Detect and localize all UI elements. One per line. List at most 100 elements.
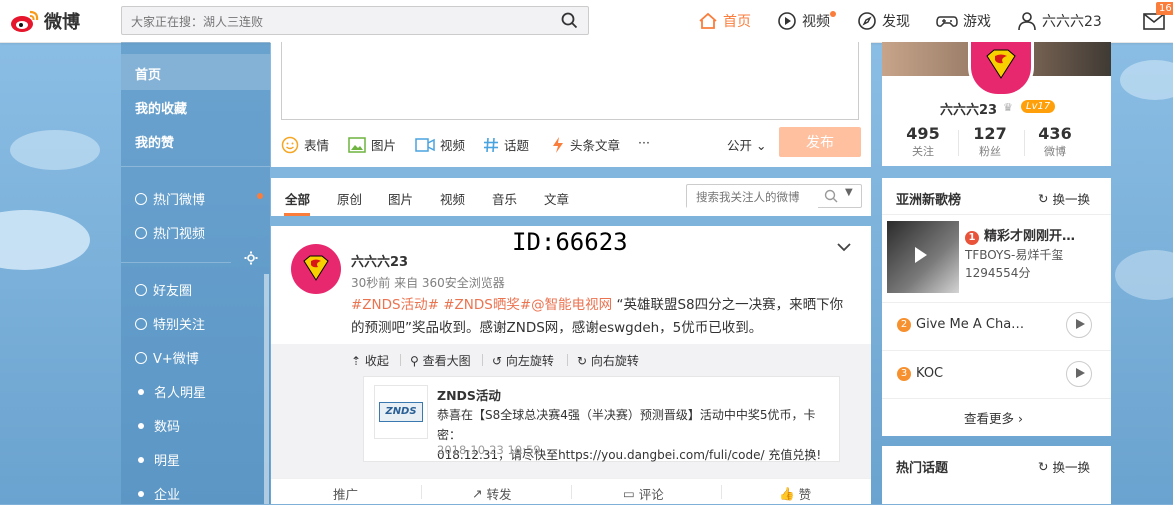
rotate-left-icon: ↺ (492, 353, 503, 368)
play-icon (915, 247, 927, 263)
nav-video[interactable]: 视频 (777, 10, 830, 32)
song-artist[interactable]: TFBOYS-易烊千玺 (965, 246, 1063, 263)
profile-card: 六六六23 ♛ Lv17 495 关注 127 粉丝 436 微博 (882, 42, 1111, 166)
sidebar-item-digital[interactable]: 数码 (135, 416, 180, 435)
nav-games[interactable]: 游戏 (936, 10, 991, 32)
circle-icon (135, 283, 147, 296)
divider (421, 485, 422, 499)
sidebar-item-vplus[interactable]: V+微博 (135, 348, 199, 367)
tab-all[interactable]: 全部 (285, 189, 310, 208)
post-hashtags[interactable]: #ZNDS活动# #ZNDS晒奖#@智能电视网 (351, 297, 612, 313)
gamepad-icon (936, 16, 958, 27)
sidebar-item-celebrities[interactable]: 名人明星 (135, 382, 206, 401)
collapse-button[interactable]: ⇡ 收起 (351, 352, 389, 369)
tab-videos[interactable]: 视频 (440, 189, 465, 208)
avatar[interactable] (291, 244, 341, 294)
rotate-left-button[interactable]: ↺ 向左旋转 (492, 352, 554, 369)
tool-topic[interactable]: 话题 (483, 135, 529, 154)
nav-user[interactable]: 六六六23 (1017, 10, 1102, 32)
divider (882, 398, 1111, 399)
sidebar-item-hot-weibo[interactable]: 热门微博 (135, 189, 205, 208)
background-cloud (10, 130, 100, 170)
level-badge[interactable]: Lv17 (1021, 100, 1056, 113)
tab-images[interactable]: 图片 (388, 189, 413, 208)
tab-original[interactable]: 原创 (337, 189, 362, 208)
v-circle-icon (135, 351, 147, 364)
stat-posts[interactable]: 436 微博 (1022, 124, 1088, 159)
rotate-right-button[interactable]: ↻ 向右旋转 (577, 352, 639, 369)
sidebar-item-label: 我的收藏 (135, 102, 188, 117)
sidebar-item-label: 好友圈 (153, 284, 193, 299)
caret-down-icon[interactable]: ▼ (845, 187, 853, 198)
sidebar-item-label: 明星 (154, 454, 181, 469)
nav-home[interactable]: 首页 (698, 10, 751, 32)
stat-following[interactable]: 495 关注 (890, 124, 956, 159)
sidebar-item-stars[interactable]: 明星 (135, 450, 180, 469)
gear-icon[interactable] (244, 251, 258, 265)
see-more-link[interactable]: 查看更多 › (964, 408, 1023, 427)
search-icon[interactable] (561, 12, 578, 29)
sidebar-item-hot-video[interactable]: 热门视频 (135, 223, 205, 242)
sidebar-item-enterprise[interactable]: 企业 (135, 484, 180, 503)
sidebar-item-friends[interactable]: 好友圈 (135, 280, 192, 299)
play-button[interactable] (1066, 312, 1092, 338)
refresh-button[interactable]: ↻ 换一换 (1038, 457, 1090, 476)
vip-badge-icon[interactable]: ♛ (1003, 101, 1013, 114)
visibility-select[interactable]: 公开 ⌄ (727, 135, 766, 154)
tool-label: 表情 (304, 138, 330, 153)
sidebar-item-home[interactable]: 首页 (135, 64, 161, 83)
publish-button[interactable]: 发布 (779, 127, 861, 157)
like-button[interactable]: 👍 赞 (779, 484, 811, 503)
promote-button[interactable]: 推广 (333, 484, 358, 503)
tool-video[interactable]: 视频 (415, 135, 465, 154)
rank-badge: 1 (965, 231, 979, 245)
logo-text: 微博 (44, 12, 80, 33)
stat-followers[interactable]: 127 粉丝 (957, 124, 1023, 159)
action-label: 赞 (798, 487, 812, 502)
song-title[interactable]: 1 精彩才刚刚开… (965, 225, 1105, 245)
shared-link-card[interactable]: ZNDS ZNDS活动 恭喜在【S8全球总决赛4强（半决赛）预测晋级】活动中中奖… (363, 376, 840, 462)
tool-image[interactable]: 图片 (348, 135, 396, 154)
song-item[interactable]: 2 Give Me A Cha… (897, 317, 1024, 332)
stat-label: 粉丝 (979, 145, 1001, 158)
tool-emoji[interactable]: 表情 (281, 135, 329, 154)
tool-more[interactable]: ··· (638, 135, 650, 150)
share-title[interactable]: ZNDS活动 (437, 385, 501, 404)
media-tool-label: 向左旋转 (505, 354, 554, 368)
nav-discover[interactable]: 发现 (857, 10, 910, 32)
song-cover[interactable] (887, 221, 959, 293)
comment-button[interactable]: ▭ 评论 (623, 484, 664, 503)
lightning-icon (553, 136, 563, 153)
repost-button[interactable]: ↗ 转发 (472, 484, 511, 503)
sidebar-divider (121, 262, 231, 263)
chevron-down-icon[interactable] (836, 242, 852, 252)
refresh-icon: ↻ (1038, 191, 1049, 206)
tab-music[interactable]: 音乐 (492, 189, 517, 208)
profile-avatar[interactable] (968, 42, 1034, 97)
play-button[interactable] (1066, 361, 1092, 387)
search-input[interactable] (122, 7, 553, 36)
share-link[interactable]: https://you.dangbei.com/fuli/code/ (558, 448, 764, 462)
view-large-button[interactable]: ⚲ 查看大图 (410, 352, 471, 369)
composer-textarea[interactable] (281, 42, 859, 120)
post-username[interactable]: 六六六23 (351, 251, 408, 270)
song-item[interactable]: 3 KOC (897, 366, 943, 381)
sidebar-item-favorites[interactable]: 我的收藏 (135, 98, 187, 117)
sidebar-item-special[interactable]: 特别关注 (135, 314, 205, 333)
sidebar-scrollbar[interactable] (264, 274, 269, 504)
sidebar-item-likes[interactable]: 我的赞 (135, 132, 174, 151)
weibo-logo[interactable]: 微博 (10, 6, 90, 36)
feed-post: ID:66623 六六六23 30秒前 来自 360安全浏览器 #ZNDS活动#… (271, 226, 871, 504)
rank-badge: 3 (897, 366, 911, 381)
feed-search-input[interactable] (687, 186, 818, 208)
search-icon[interactable] (824, 189, 838, 203)
bullet-icon (138, 490, 144, 497)
tool-article[interactable]: 头条文章 (551, 135, 620, 154)
tab-articles[interactable]: 文章 (544, 189, 569, 208)
refresh-button[interactable]: ↻ 换一换 (1038, 189, 1090, 208)
nav-user-label: 六六六23 (1042, 14, 1102, 30)
znds-logo: ZNDS (379, 402, 423, 422)
sidebar-item-label: 热门视频 (153, 227, 206, 242)
sidebar-item-label: 企业 (154, 488, 181, 503)
profile-name[interactable]: 六六六23 (940, 99, 997, 118)
